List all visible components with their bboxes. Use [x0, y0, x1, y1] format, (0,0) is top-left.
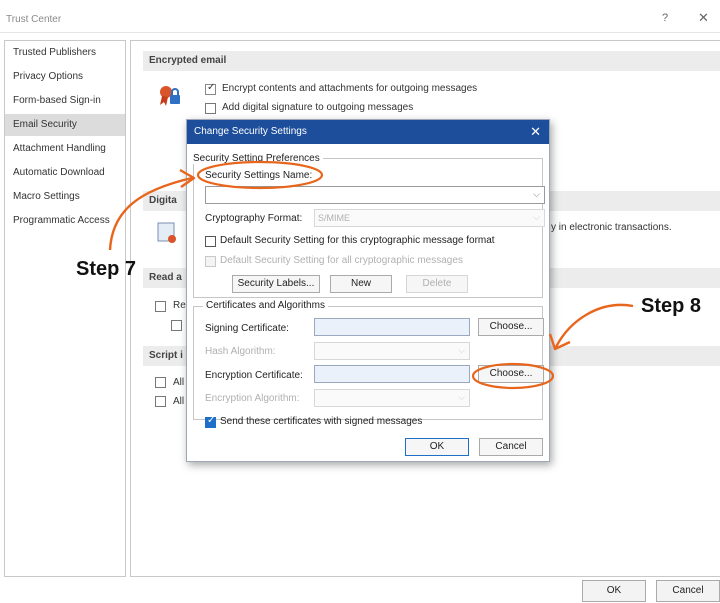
security-settings-name-highlight [196, 160, 324, 190]
step8-label: Step 8 [641, 295, 702, 317]
choose-encryption-highlight [471, 362, 555, 390]
step8-arrow [554, 303, 634, 348]
step7-label: Step 7 [76, 258, 137, 280]
annotation-overlay [108, 160, 634, 390]
step7-arrow [108, 176, 193, 251]
